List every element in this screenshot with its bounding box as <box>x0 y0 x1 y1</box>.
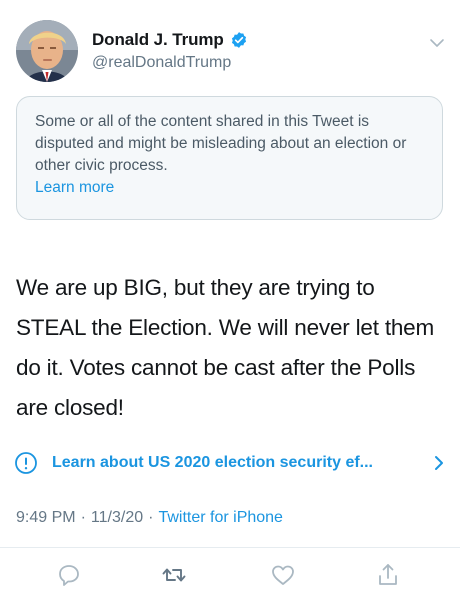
meta-separator: · <box>148 509 154 526</box>
election-info-banner[interactable]: Learn about US 2020 election security ef… <box>14 449 446 477</box>
share-icon[interactable] <box>375 562 401 588</box>
info-circle-icon <box>14 451 38 475</box>
learn-more-link[interactable]: Learn more <box>35 177 114 199</box>
tweet-metadata: 9:49 PM · 11/3/20 · Twitter for iPhone <box>16 509 283 527</box>
tweet-date[interactable]: 11/3/20 <box>91 509 143 527</box>
retweet-icon[interactable] <box>161 562 187 588</box>
author-name-row: Donald J. Trump <box>92 30 248 50</box>
tweet-source-link[interactable]: Twitter for iPhone <box>158 509 283 527</box>
notice-text: Some or all of the content shared in thi… <box>35 113 407 174</box>
election-info-label: Learn about US 2020 election security ef… <box>52 454 373 471</box>
meta-separator: · <box>80 509 86 526</box>
tweet-card: Donald J. Trump @realDonaldTrump Some or… <box>0 0 460 600</box>
reply-icon[interactable] <box>56 562 82 588</box>
tweet-text: We are up BIG, but they are trying to ST… <box>16 275 435 420</box>
chevron-right-icon <box>432 455 446 471</box>
disputed-content-notice: Some or all of the content shared in thi… <box>16 96 443 220</box>
author-handle[interactable]: @realDonaldTrump <box>92 54 231 72</box>
divider <box>0 547 460 548</box>
avatar[interactable] <box>16 20 78 82</box>
verified-badge-icon <box>230 31 248 49</box>
tweet-action-bar <box>0 562 460 590</box>
author-name[interactable]: Donald J. Trump <box>92 30 224 50</box>
tweet-header: Donald J. Trump @realDonaldTrump <box>16 20 446 84</box>
like-icon[interactable] <box>270 562 296 588</box>
tweet-time[interactable]: 9:49 PM <box>16 509 76 527</box>
chevron-down-icon[interactable] <box>428 34 446 52</box>
